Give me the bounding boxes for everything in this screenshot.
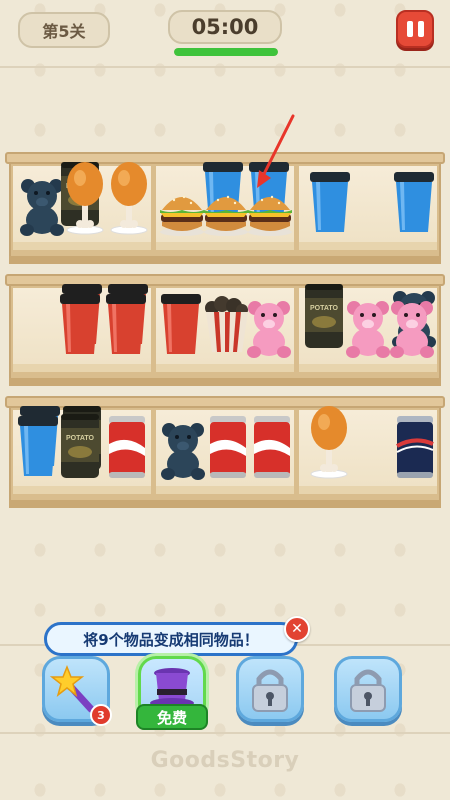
shelf-cell-1-1[interactable] <box>13 161 151 250</box>
level-label: 第5关 <box>42 22 86 41</box>
potato-chips-can-item[interactable] <box>59 410 101 480</box>
red-coffee-cup-item[interactable] <box>103 292 149 358</box>
shelf-cell-2-2[interactable] <box>156 288 294 372</box>
hint-arrow-icon <box>257 114 295 188</box>
shelf-cell-3-2[interactable] <box>156 410 294 494</box>
teddy-bear-pink-item[interactable] <box>345 298 391 358</box>
shelf-row-1 <box>5 152 445 264</box>
roast-chicken-leg-item[interactable] <box>307 404 351 480</box>
timer-display: 05:00 <box>168 10 282 44</box>
pause-icon-bar-right <box>417 21 424 37</box>
powerup-count: 3 <box>97 708 105 722</box>
cola-can-item[interactable] <box>105 414 149 480</box>
shelf-bottom-board <box>9 378 441 386</box>
roast-chicken-leg-item[interactable] <box>63 160 107 236</box>
red-coffee-cup-item[interactable] <box>158 292 204 358</box>
powerup-count-badge: 3 <box>90 704 112 726</box>
free-label: 免费 <box>156 708 187 727</box>
locked-powerup-button[interactable] <box>236 656 304 722</box>
timer-text: 05:00 <box>191 15 259 39</box>
teddy-bear-pink-item[interactable] <box>389 298 435 358</box>
locked-powerup-button[interactable] <box>334 656 402 722</box>
lock-icon <box>252 669 288 712</box>
teddy-bear-pink-item[interactable] <box>246 298 292 358</box>
shelf-cell-2-1[interactable] <box>13 284 151 372</box>
roast-chicken-leg-item[interactable] <box>107 160 151 236</box>
teddy-bear-navy-item[interactable] <box>160 420 206 480</box>
red-coffee-cup-item[interactable] <box>57 292 103 358</box>
blue-coffee-cup-item[interactable] <box>391 170 437 236</box>
navy-soda-can-item[interactable] <box>393 414 437 480</box>
shelf-row-3 <box>5 396 445 508</box>
timer-progress-fill <box>174 48 278 56</box>
burger-item[interactable] <box>158 186 206 236</box>
close-tooltip-button[interactable]: ✕ <box>284 616 310 642</box>
blue-coffee-cup-item[interactable] <box>307 170 353 236</box>
shelf-row-2 <box>5 274 445 386</box>
shelf-bottom-board <box>9 500 441 508</box>
shelf-cell-1-3[interactable] <box>299 166 437 250</box>
pause-icon-bar-left <box>406 21 413 37</box>
cola-can-item[interactable] <box>250 414 294 480</box>
free-use-button[interactable]: 免费 <box>136 704 208 730</box>
shelf-cell-3-3[interactable] <box>299 405 437 494</box>
potato-chips-can-item[interactable] <box>303 280 345 350</box>
timer-progress-bar <box>174 48 278 56</box>
tooltip-text: 将9个物品变成相同物品！ <box>83 630 259 649</box>
shelf-cell-2-3[interactable] <box>299 284 437 372</box>
blue-coffee-cup-item[interactable] <box>15 414 61 480</box>
lock-icon <box>350 669 386 712</box>
close-icon: ✕ <box>291 621 303 637</box>
level-indicator: 第5关 <box>18 12 110 48</box>
shelf-cell-3-1[interactable] <box>13 406 151 494</box>
burger-item[interactable] <box>202 186 250 236</box>
bottom-divider <box>0 732 450 734</box>
brand-wordmark: GoodsStory <box>150 748 300 773</box>
popcorn-bucket-item[interactable] <box>202 296 252 354</box>
shelf-bottom-board <box>9 256 441 264</box>
burger-item[interactable] <box>246 186 294 236</box>
pause-button[interactable] <box>396 10 434 48</box>
hint-tooltip: 将9个物品变成相同物品！ <box>44 622 298 665</box>
cola-can-item[interactable] <box>206 414 250 480</box>
top-divider <box>0 66 450 68</box>
